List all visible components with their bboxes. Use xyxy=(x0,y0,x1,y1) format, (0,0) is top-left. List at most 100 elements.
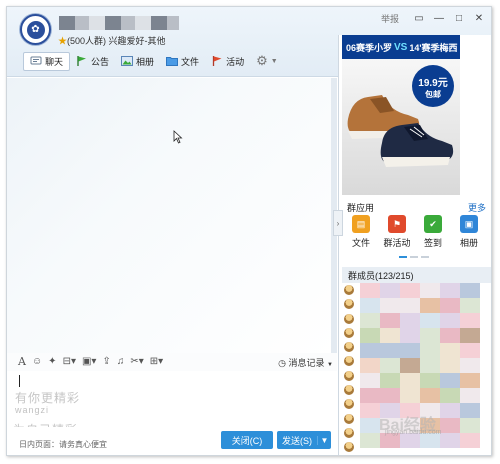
pixelated-cell xyxy=(380,343,400,358)
pixelated-cell xyxy=(420,328,440,343)
collapse-panel-button[interactable]: › xyxy=(333,210,343,236)
pixelated-cell xyxy=(460,358,480,373)
tab-announcement[interactable]: 公告 xyxy=(70,53,115,70)
member-avatar-icon[interactable] xyxy=(344,327,354,338)
pager-dot[interactable] xyxy=(421,256,429,258)
chat-icon xyxy=(30,56,42,65)
pixelated-cell xyxy=(360,343,380,358)
app-group-activity[interactable]: ⚑ 群活动 xyxy=(379,215,415,249)
pixelated-cell xyxy=(400,313,420,328)
report-link[interactable]: 举报 xyxy=(381,12,399,25)
member-avatar-icon[interactable] xyxy=(344,385,354,396)
group-avatar[interactable]: ✿ xyxy=(20,14,51,45)
magic-icon[interactable]: ✦ xyxy=(48,357,56,367)
pixelated-cell xyxy=(440,313,460,328)
pixelated-cell xyxy=(420,313,440,328)
screenshot-icon[interactable]: ⊟▾ xyxy=(63,357,76,367)
upload-icon[interactable]: ⇪ xyxy=(102,357,110,367)
pixelated-cell xyxy=(380,388,400,403)
maximize-button[interactable]: □ xyxy=(451,11,467,25)
pixelated-cell xyxy=(360,313,380,328)
tab-files[interactable]: 文件 xyxy=(160,53,205,70)
pixelated-cell xyxy=(420,388,440,403)
pixelated-cell xyxy=(400,328,420,343)
member-avatar-icon[interactable] xyxy=(344,313,354,324)
music-icon[interactable]: ♫ xyxy=(117,357,125,367)
member-avatar-icon[interactable] xyxy=(344,285,354,295)
right-sidebar: 06赛季小罗 VS 14'赛季梅西 19.9元 包邮 › 群应用 更多 ▤ 文件… xyxy=(333,35,491,455)
member-avatar-icon[interactable] xyxy=(344,299,354,310)
pixelated-cell xyxy=(440,283,460,298)
pixelated-cell xyxy=(420,373,440,388)
pixelated-cell xyxy=(420,358,440,373)
members-header: 群成员(123/215) xyxy=(342,267,491,283)
group-apps-more-link[interactable]: 更多 xyxy=(468,201,486,214)
pixelated-cell xyxy=(360,328,380,343)
file-app-icon: ▤ xyxy=(352,215,370,233)
member-avatar-icon[interactable] xyxy=(344,442,354,453)
watermark-text: 有你更精彩 xyxy=(15,391,81,405)
advertisement-banner[interactable]: 06赛季小罗 VS 14'赛季梅西 19.9元 包邮 xyxy=(342,35,460,195)
main-toolbar: 聊天 公告 相册 文件 活动 ⚙ ▼ xyxy=(23,50,284,72)
checkin-app-icon: ✔ xyxy=(424,215,442,233)
shoes-image xyxy=(347,95,454,167)
star-icon: ★ xyxy=(58,36,68,46)
skin-button[interactable]: ▭ xyxy=(411,11,427,25)
pixelated-cell xyxy=(460,328,480,343)
member-avatar-icon[interactable] xyxy=(344,356,354,367)
tab-activity[interactable]: 活动 xyxy=(205,53,250,70)
close-window-button[interactable]: ✕ xyxy=(471,11,487,25)
tab-album[interactable]: 相册 xyxy=(115,53,160,70)
member-avatar-column xyxy=(344,285,356,455)
pixelated-cell xyxy=(360,283,380,298)
send-button[interactable]: 发送(S) ▼ xyxy=(277,431,331,449)
group-name-blurred xyxy=(59,16,179,30)
pager-dot[interactable] xyxy=(399,256,407,258)
pixelated-cell xyxy=(400,298,420,313)
activity-flag-icon xyxy=(212,56,222,66)
member-avatar-icon[interactable] xyxy=(344,413,354,424)
cut-icon[interactable]: ✂▾ xyxy=(130,357,143,367)
pixelated-cell xyxy=(360,358,380,373)
app-checkin[interactable]: ✔ 签到 xyxy=(415,215,451,249)
pixelated-cell xyxy=(440,343,460,358)
app-files[interactable]: ▤ 文件 xyxy=(343,215,379,249)
more-icon[interactable]: ⊞▾ xyxy=(150,357,163,367)
pixelated-cell xyxy=(380,328,400,343)
member-avatar-icon[interactable] xyxy=(344,399,354,410)
input-footer: 日内页面：请务真心便宜 关闭(C) 发送(S) ▼ xyxy=(7,427,337,455)
pixelated-cell xyxy=(380,298,400,313)
close-button[interactable]: 关闭(C) xyxy=(221,431,273,449)
message-area[interactable] xyxy=(7,78,337,353)
watermark-text: wangzi xyxy=(15,405,50,415)
send-options-dropdown[interactable]: ▼ xyxy=(317,435,331,445)
pixelated-cell xyxy=(440,358,460,373)
pixelated-cell xyxy=(440,373,460,388)
font-icon[interactable]: A xyxy=(18,356,26,367)
pixelated-cell xyxy=(460,343,480,358)
pixelated-cell xyxy=(460,283,480,298)
clock-icon: ◷ xyxy=(278,358,286,368)
member-avatar-icon[interactable] xyxy=(344,427,354,438)
pixelated-cell xyxy=(460,373,480,388)
pixelated-cell xyxy=(420,343,440,358)
pager-dot[interactable] xyxy=(410,256,418,258)
pixelated-cell xyxy=(360,433,380,448)
pixelated-cell xyxy=(360,298,380,313)
settings-dropdown[interactable]: ⚙ ▼ xyxy=(250,51,284,71)
pixelated-cell xyxy=(380,283,400,298)
tab-chat[interactable]: 聊天 xyxy=(23,51,71,71)
pixelated-cell xyxy=(360,373,380,388)
member-avatar-icon[interactable] xyxy=(344,342,354,353)
pixelated-cell xyxy=(420,283,440,298)
pixelated-cell xyxy=(440,418,460,433)
image-icon[interactable]: ▣▾ xyxy=(82,357,96,367)
app-album[interactable]: ▣ 相册 xyxy=(451,215,487,249)
member-avatar-icon[interactable] xyxy=(344,370,354,381)
minimize-button[interactable]: — xyxy=(431,11,447,25)
message-history-button[interactable]: ◷ 消息记录 ▼ xyxy=(278,356,333,369)
pixelated-cell xyxy=(360,388,380,403)
emoji-icon[interactable]: ☺ xyxy=(32,357,42,367)
group-apps-list: ▤ 文件 ⚑ 群活动 ✔ 签到 ▣ 相册 xyxy=(343,215,491,249)
folder-icon xyxy=(166,57,179,66)
